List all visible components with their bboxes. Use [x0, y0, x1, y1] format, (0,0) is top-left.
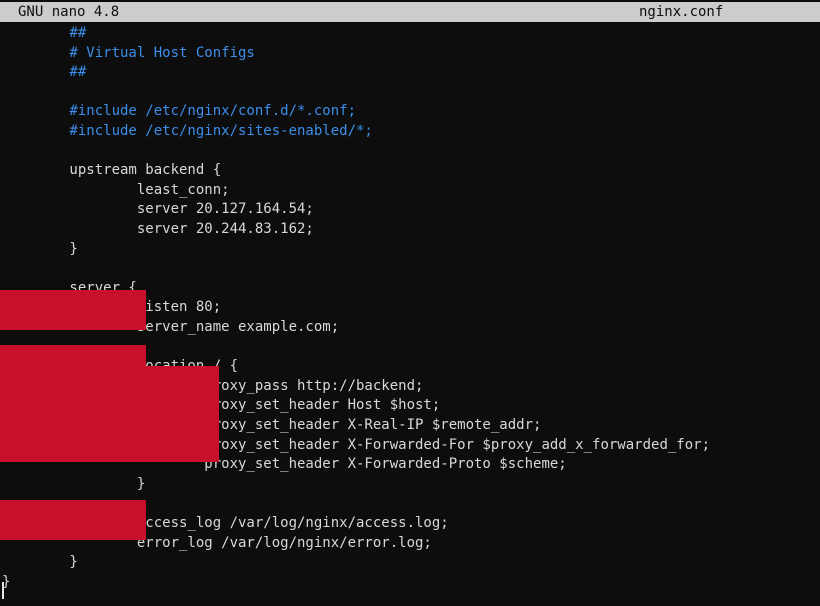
redaction-block-listen [0, 290, 146, 330]
code-line-11: server 20.244.83.162; [0, 220, 820, 240]
code-line-29: } [0, 573, 820, 593]
code-line-4 [0, 83, 820, 103]
redaction-block-location [0, 345, 146, 366]
code-line-13 [0, 259, 820, 279]
redaction-block-proxy [0, 366, 219, 462]
code-line-8: upstream backend { [0, 161, 820, 181]
nano-title-bar: GNU nano 4.8 nginx.conf [0, 2, 820, 22]
code-line-9: least_conn; [0, 181, 820, 201]
text-cursor [2, 582, 4, 599]
code-line-28: } [0, 553, 820, 573]
code-line-2: # Virtual Host Configs [0, 44, 820, 64]
code-line-10: server 20.127.164.54; [0, 200, 820, 220]
code-line-1: ## [0, 24, 820, 44]
code-line-5: #include /etc/nginx/conf.d/*.conf; [0, 102, 820, 122]
code-line-24: } [0, 475, 820, 495]
nano-terminal-window: GNU nano 4.8 nginx.conf ## # Virtual Hos… [0, 0, 820, 606]
nano-filename-label: nginx.conf [639, 2, 723, 22]
nano-version-label: GNU nano 4.8 [18, 2, 119, 22]
code-line-12: } [0, 240, 820, 260]
code-line-7 [0, 142, 820, 162]
redaction-block-logs [0, 500, 146, 540]
code-line-6: #include /etc/nginx/sites-enabled/*; [0, 122, 820, 142]
code-line-3: ## [0, 63, 820, 83]
